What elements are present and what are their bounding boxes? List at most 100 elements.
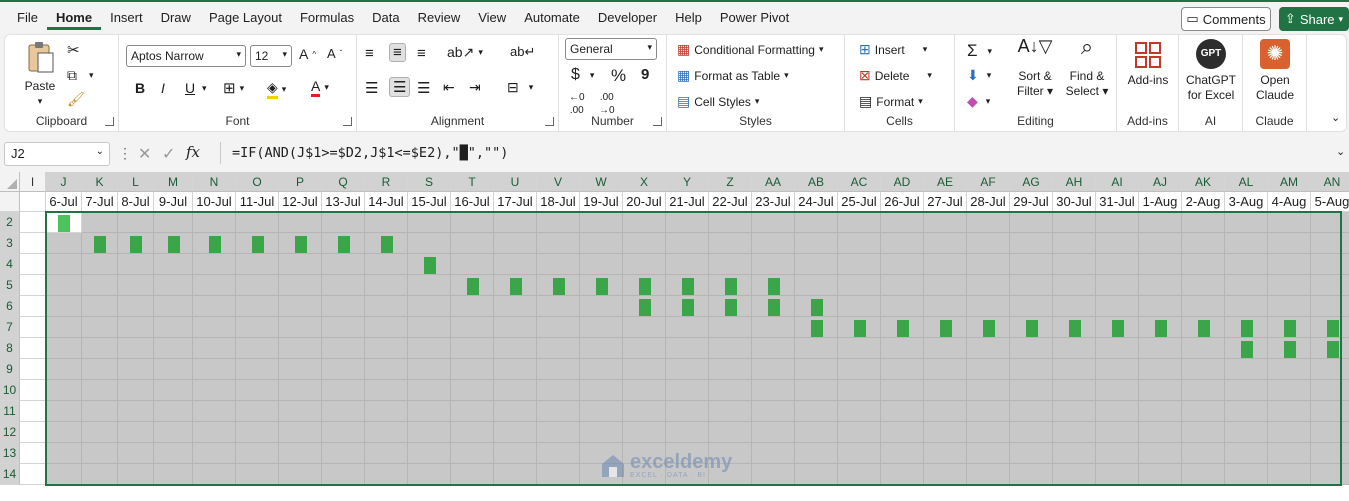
cell-ai11[interactable] bbox=[1096, 401, 1139, 422]
cell-k8[interactable] bbox=[82, 338, 118, 359]
cell-t12[interactable] bbox=[451, 422, 494, 443]
cell-l9[interactable] bbox=[118, 359, 154, 380]
cell-x4[interactable] bbox=[623, 254, 666, 275]
cell-z4[interactable] bbox=[709, 254, 752, 275]
cell-ac9[interactable] bbox=[838, 359, 881, 380]
cell-aj12[interactable] bbox=[1139, 422, 1182, 443]
cell-ak4[interactable] bbox=[1182, 254, 1225, 275]
column-header-ad[interactable]: AD bbox=[881, 172, 924, 192]
column-header-z[interactable]: Z bbox=[709, 172, 752, 192]
cell-ak14[interactable] bbox=[1182, 464, 1225, 485]
cell-u10[interactable] bbox=[494, 380, 537, 401]
cell-ag3[interactable] bbox=[1010, 233, 1053, 254]
tab-insert[interactable]: Insert bbox=[101, 8, 152, 30]
cell-an14[interactable] bbox=[1311, 464, 1349, 485]
tab-home[interactable]: Home bbox=[46, 8, 102, 30]
cell-m11[interactable] bbox=[154, 401, 193, 422]
cell-i12[interactable] bbox=[20, 422, 46, 443]
cell-l4[interactable] bbox=[118, 254, 154, 275]
column-header-aa[interactable]: AA bbox=[752, 172, 795, 192]
cell-m14[interactable] bbox=[154, 464, 193, 485]
cell-aj5[interactable] bbox=[1139, 275, 1182, 296]
column-header-x[interactable]: X bbox=[623, 172, 666, 192]
date-cell[interactable]: 15-Jul bbox=[408, 192, 451, 212]
cell-r4[interactable] bbox=[365, 254, 408, 275]
cell-aa12[interactable] bbox=[752, 422, 795, 443]
cell-al14[interactable] bbox=[1225, 464, 1268, 485]
column-header-ak[interactable]: AK bbox=[1182, 172, 1225, 192]
cell-t13[interactable] bbox=[451, 443, 494, 464]
cell-q7[interactable] bbox=[322, 317, 365, 338]
column-header-w[interactable]: W bbox=[580, 172, 623, 192]
cell-w3[interactable] bbox=[580, 233, 623, 254]
enter-formula-button[interactable]: ✓ bbox=[162, 144, 175, 164]
cell-ab9[interactable] bbox=[795, 359, 838, 380]
cell-z9[interactable] bbox=[709, 359, 752, 380]
cell-ah2[interactable] bbox=[1053, 212, 1096, 233]
cell-i8[interactable] bbox=[20, 338, 46, 359]
cell-al2[interactable] bbox=[1225, 212, 1268, 233]
borders-button[interactable]: ⊞ ▾ bbox=[223, 79, 244, 97]
cell-o4[interactable] bbox=[236, 254, 279, 275]
cell-m5[interactable] bbox=[154, 275, 193, 296]
cell-u7[interactable] bbox=[494, 317, 537, 338]
cell-m2[interactable] bbox=[154, 212, 193, 233]
cell-k7[interactable] bbox=[82, 317, 118, 338]
insert-cells-button[interactable]: ⊞ Insert ▾ bbox=[859, 41, 927, 58]
cell-m4[interactable] bbox=[154, 254, 193, 275]
cell-ak3[interactable] bbox=[1182, 233, 1225, 254]
column-header-m[interactable]: M bbox=[154, 172, 193, 192]
cell-al3[interactable] bbox=[1225, 233, 1268, 254]
cell-al5[interactable] bbox=[1225, 275, 1268, 296]
cell-v3[interactable] bbox=[537, 233, 580, 254]
underline-button[interactable]: U bbox=[185, 80, 195, 96]
cell-i5[interactable] bbox=[20, 275, 46, 296]
row-header-13[interactable]: 13 bbox=[0, 443, 20, 464]
cell-ah11[interactable] bbox=[1053, 401, 1096, 422]
more-options-icon[interactable]: ⋮ bbox=[118, 145, 132, 162]
cell-w2[interactable] bbox=[580, 212, 623, 233]
tab-page-layout[interactable]: Page Layout bbox=[200, 8, 291, 30]
cell-ad6[interactable] bbox=[881, 296, 924, 317]
cell-k13[interactable] bbox=[82, 443, 118, 464]
cell-u4[interactable] bbox=[494, 254, 537, 275]
cancel-formula-button[interactable]: ✕ bbox=[138, 144, 151, 164]
cell-k4[interactable] bbox=[82, 254, 118, 275]
cell-v9[interactable] bbox=[537, 359, 580, 380]
underline-dropdown[interactable]: ▾ bbox=[202, 83, 207, 94]
cell-am9[interactable] bbox=[1268, 359, 1311, 380]
column-header-ai[interactable]: AI bbox=[1096, 172, 1139, 192]
cell-ae2[interactable] bbox=[924, 212, 967, 233]
cell-m7[interactable] bbox=[154, 317, 193, 338]
cell-o8[interactable] bbox=[236, 338, 279, 359]
cell-af12[interactable] bbox=[967, 422, 1010, 443]
cell-v14[interactable] bbox=[537, 464, 580, 485]
cell-w6[interactable] bbox=[580, 296, 623, 317]
cell-aa2[interactable] bbox=[752, 212, 795, 233]
cell-k2[interactable] bbox=[82, 212, 118, 233]
cell-q13[interactable] bbox=[322, 443, 365, 464]
cell-ad12[interactable] bbox=[881, 422, 924, 443]
cell-w10[interactable] bbox=[580, 380, 623, 401]
date-cell[interactable]: 12-Jul bbox=[279, 192, 322, 212]
cell-v4[interactable] bbox=[537, 254, 580, 275]
cell-af10[interactable] bbox=[967, 380, 1010, 401]
cell-an12[interactable] bbox=[1311, 422, 1349, 443]
cell-ai4[interactable] bbox=[1096, 254, 1139, 275]
cell-u9[interactable] bbox=[494, 359, 537, 380]
name-box[interactable]: J2 ⌄ bbox=[4, 142, 110, 166]
row-header-1[interactable] bbox=[0, 192, 20, 212]
column-header-n[interactable]: N bbox=[193, 172, 236, 192]
cell-ak5[interactable] bbox=[1182, 275, 1225, 296]
cell-n9[interactable] bbox=[193, 359, 236, 380]
cell-o13[interactable] bbox=[236, 443, 279, 464]
cell-s13[interactable] bbox=[408, 443, 451, 464]
cell-af3[interactable] bbox=[967, 233, 1010, 254]
cell-ag6[interactable] bbox=[1010, 296, 1053, 317]
cell-al11[interactable] bbox=[1225, 401, 1268, 422]
comments-button[interactable]: ▭ Comments bbox=[1181, 7, 1271, 31]
column-header-ae[interactable]: AE bbox=[924, 172, 967, 192]
cell-y4[interactable] bbox=[666, 254, 709, 275]
cell-ah4[interactable] bbox=[1053, 254, 1096, 275]
insert-function-button[interactable]: fx bbox=[186, 143, 200, 161]
